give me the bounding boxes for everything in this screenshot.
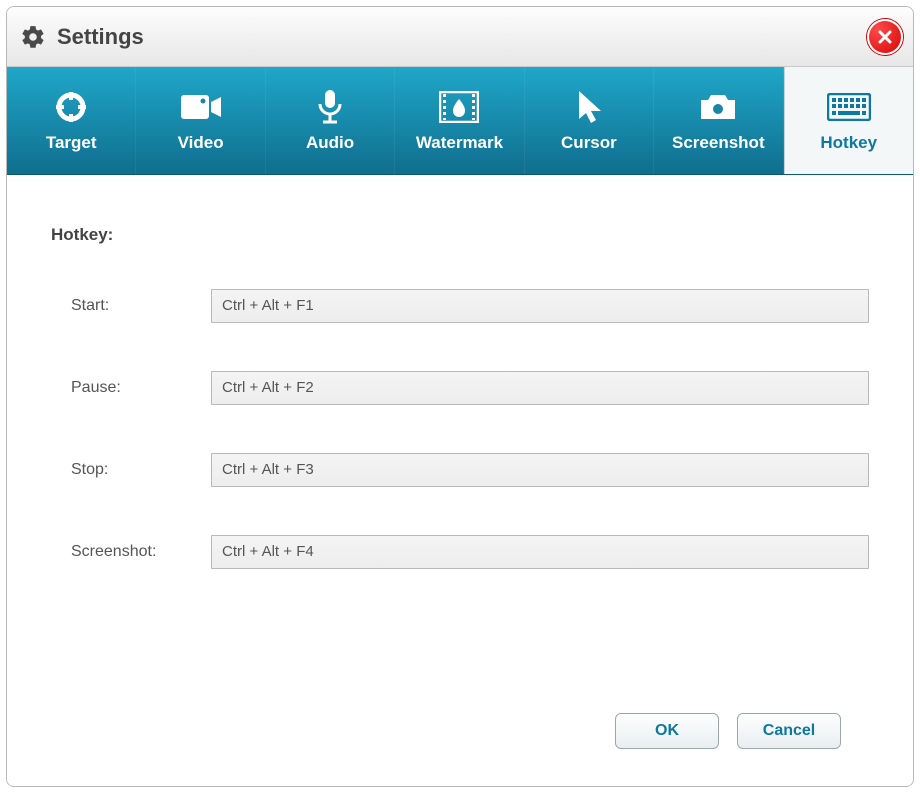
camera-icon: [698, 89, 738, 125]
label-stop: Stop:: [71, 461, 211, 479]
row-stop: Stop: Ctrl + Alt + F3: [71, 453, 869, 487]
gear-icon: [19, 23, 47, 51]
tab-hotkey[interactable]: Hotkey: [784, 67, 913, 174]
video-icon: [181, 89, 221, 125]
tab-target[interactable]: Target: [7, 67, 136, 174]
hotkey-form: Start: Ctrl + Alt + F1 Pause: Ctrl + Alt…: [51, 289, 869, 617]
target-icon: [54, 89, 88, 125]
titlebar: Settings: [7, 7, 913, 67]
close-icon: [877, 29, 893, 45]
cursor-icon: [575, 89, 603, 125]
row-start: Start: Ctrl + Alt + F1: [71, 289, 869, 323]
close-button[interactable]: [867, 19, 903, 55]
tab-label: Screenshot: [672, 133, 765, 153]
tab-label: Watermark: [416, 133, 503, 153]
tab-label: Target: [46, 133, 97, 153]
footer: OK Cancel: [51, 696, 869, 766]
ok-button[interactable]: OK: [615, 713, 719, 749]
section-title: Hotkey:: [51, 225, 869, 245]
keyboard-icon: [827, 89, 871, 125]
row-screenshot: Screenshot: Ctrl + Alt + F4: [71, 535, 869, 569]
row-pause: Pause: Ctrl + Alt + F2: [71, 371, 869, 405]
tab-watermark[interactable]: Watermark: [395, 67, 524, 174]
tab-label: Video: [178, 133, 224, 153]
tab-bar: Target Video Audio: [7, 67, 913, 175]
cancel-button[interactable]: Cancel: [737, 713, 841, 749]
field-start[interactable]: Ctrl + Alt + F1: [211, 289, 869, 323]
hotkey-panel: Hotkey: Start: Ctrl + Alt + F1 Pause: Ct…: [7, 175, 913, 786]
tab-audio[interactable]: Audio: [266, 67, 395, 174]
tab-label: Hotkey: [820, 133, 877, 153]
tab-screenshot[interactable]: Screenshot: [654, 67, 783, 174]
microphone-icon: [316, 89, 344, 125]
tab-cursor[interactable]: Cursor: [525, 67, 654, 174]
field-screenshot[interactable]: Ctrl + Alt + F4: [211, 535, 869, 569]
tab-label: Audio: [306, 133, 354, 153]
label-screenshot: Screenshot:: [71, 543, 211, 561]
field-stop[interactable]: Ctrl + Alt + F3: [211, 453, 869, 487]
tab-video[interactable]: Video: [136, 67, 265, 174]
window-title: Settings: [57, 24, 144, 50]
tab-label: Cursor: [561, 133, 617, 153]
watermark-icon: [439, 89, 479, 125]
label-pause: Pause:: [71, 379, 211, 397]
label-start: Start:: [71, 297, 211, 315]
field-pause[interactable]: Ctrl + Alt + F2: [211, 371, 869, 405]
settings-window: Settings Target: [6, 6, 914, 787]
